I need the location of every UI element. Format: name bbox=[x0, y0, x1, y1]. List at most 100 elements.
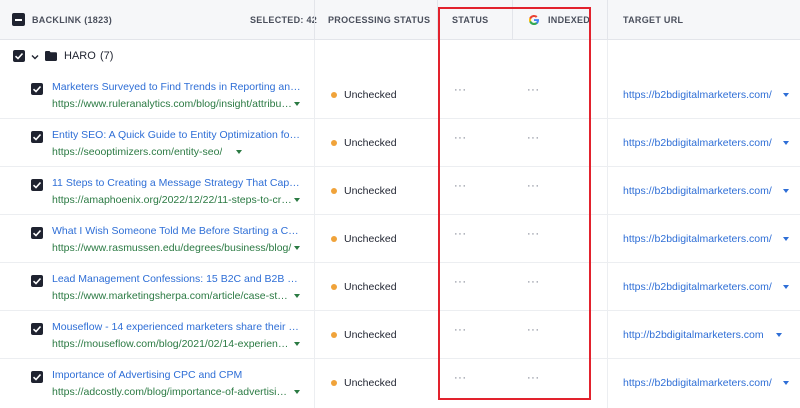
caret-down-icon[interactable] bbox=[236, 150, 242, 154]
row-checkbox[interactable] bbox=[31, 131, 43, 143]
status-dot bbox=[331, 380, 337, 386]
table-row[interactable]: Marketers Surveyed to Find Trends in Rep… bbox=[0, 71, 800, 119]
select-all-checkbox[interactable] bbox=[12, 13, 25, 26]
caret-down-icon[interactable] bbox=[783, 381, 789, 385]
caret-down-icon[interactable] bbox=[783, 189, 789, 193]
target-url[interactable]: https://b2bdigitalmarketers.com/ bbox=[623, 281, 772, 293]
indexed-value: ··· bbox=[527, 324, 540, 336]
indexed-value: ··· bbox=[527, 180, 540, 192]
checkbox-checked-icon bbox=[32, 373, 42, 381]
backlink-url[interactable]: https://www.marketingsherpa.com/article/… bbox=[52, 290, 292, 302]
status-value: ··· bbox=[454, 276, 467, 288]
caret-down-icon[interactable] bbox=[783, 141, 789, 145]
status-value: ··· bbox=[454, 180, 467, 192]
target-url[interactable]: https://b2bdigitalmarketers.com/ bbox=[623, 185, 772, 197]
caret-down-icon[interactable] bbox=[783, 285, 789, 289]
status-dot bbox=[331, 140, 337, 146]
row-checkbox[interactable] bbox=[31, 275, 43, 287]
checkbox-checked-icon bbox=[14, 52, 24, 60]
backlink-url[interactable]: https://amaphoenix.org/2022/12/22/11-ste… bbox=[52, 194, 292, 206]
target-url-column-header[interactable]: TARGET URL bbox=[623, 0, 683, 40]
status-value: ··· bbox=[454, 228, 467, 240]
selected-count: SELECTED: 42 bbox=[250, 15, 318, 25]
indexed-column-header[interactable]: INDEXED bbox=[528, 0, 590, 40]
row-checkbox[interactable] bbox=[31, 323, 43, 335]
backlink-column-header[interactable]: BACKLINK (1823) bbox=[32, 0, 112, 40]
indexed-value: ··· bbox=[527, 372, 540, 384]
processing-status: Unchecked bbox=[344, 377, 397, 389]
google-icon bbox=[529, 15, 539, 25]
caret-down-icon[interactable] bbox=[783, 93, 789, 97]
row-checkbox[interactable] bbox=[31, 83, 43, 95]
column-divider bbox=[314, 0, 315, 40]
backlink-url[interactable]: https://mouseflow.com/blog/2021/02/14-ex… bbox=[52, 338, 292, 350]
caret-down-icon[interactable] bbox=[294, 102, 300, 106]
target-url[interactable]: https://b2bdigitalmarketers.com/ bbox=[623, 377, 772, 389]
target-url[interactable]: https://b2bdigitalmarketers.com/ bbox=[623, 137, 772, 149]
target-url[interactable]: https://b2bdigitalmarketers.com/ bbox=[623, 89, 772, 101]
indexed-label: INDEXED bbox=[548, 15, 591, 25]
caret-down-icon[interactable] bbox=[294, 198, 300, 202]
table-row[interactable]: Mouseflow - 14 experienced marketers sha… bbox=[0, 311, 800, 359]
column-divider bbox=[607, 0, 608, 40]
row-checkbox[interactable] bbox=[31, 371, 43, 383]
processing-status: Unchecked bbox=[344, 281, 397, 293]
backlink-title[interactable]: Marketers Surveyed to Find Trends in Rep… bbox=[52, 81, 302, 93]
checkbox-checked-icon bbox=[32, 133, 42, 141]
backlink-url[interactable]: https://seooptimizers.com/entity-seo/ bbox=[52, 146, 222, 158]
caret-down-icon[interactable] bbox=[783, 237, 789, 241]
status-dot bbox=[331, 332, 337, 338]
caret-down-icon[interactable] bbox=[776, 333, 782, 337]
caret-down-icon[interactable] bbox=[294, 294, 300, 298]
checkbox-checked-icon bbox=[32, 85, 42, 93]
caret-down-icon[interactable] bbox=[294, 342, 300, 346]
backlink-title[interactable]: Mouseflow - 14 experienced marketers sha… bbox=[52, 321, 302, 333]
column-divider bbox=[437, 0, 438, 40]
processing-status-column-header[interactable]: PROCESSING STATUS bbox=[328, 0, 430, 40]
processing-status: Unchecked bbox=[344, 137, 397, 149]
status-value: ··· bbox=[454, 324, 467, 336]
status-column-header[interactable]: STATUS bbox=[452, 0, 488, 40]
caret-down-icon[interactable] bbox=[294, 390, 300, 394]
target-url[interactable]: https://b2bdigitalmarketers.com/ bbox=[623, 233, 772, 245]
indexed-value: ··· bbox=[527, 276, 540, 288]
checkbox-checked-icon bbox=[32, 277, 42, 285]
chevron-down-icon[interactable] bbox=[31, 53, 39, 61]
checkbox-checked-icon bbox=[32, 325, 42, 333]
caret-down-icon[interactable] bbox=[294, 246, 300, 250]
row-checkbox[interactable] bbox=[31, 227, 43, 239]
backlink-title[interactable]: Importance of Advertising CPC and CPM bbox=[52, 369, 302, 381]
status-dot bbox=[331, 236, 337, 242]
checkbox-checked-icon bbox=[32, 229, 42, 237]
backlink-title[interactable]: 11 Steps to Creating a Message Strategy … bbox=[52, 177, 302, 189]
status-value: ··· bbox=[454, 132, 467, 144]
processing-status: Unchecked bbox=[344, 233, 397, 245]
status-dot bbox=[331, 284, 337, 290]
table-row[interactable]: Importance of Advertising CPC and CPM ht… bbox=[0, 359, 800, 407]
indexed-value: ··· bbox=[527, 132, 540, 144]
table-row[interactable]: Lead Management Confessions: 15 B2C and … bbox=[0, 263, 800, 311]
column-divider bbox=[512, 0, 513, 40]
group-checkbox[interactable] bbox=[13, 50, 25, 62]
group-count: (7) bbox=[100, 50, 114, 62]
indexed-value: ··· bbox=[527, 228, 540, 240]
row-checkbox[interactable] bbox=[31, 179, 43, 191]
folder-icon bbox=[45, 51, 57, 61]
table-row[interactable]: What I Wish Someone Told Me Before Start… bbox=[0, 215, 800, 263]
processing-status: Unchecked bbox=[344, 89, 397, 101]
backlink-url[interactable]: https://adcostly.com/blog/importance-of-… bbox=[52, 386, 292, 398]
backlink-url[interactable]: https://www.ruleranalytics.com/blog/insi… bbox=[52, 98, 292, 110]
target-url[interactable]: http://b2bdigitalmarketers.com bbox=[623, 329, 764, 341]
backlink-title[interactable]: What I Wish Someone Told Me Before Start… bbox=[52, 225, 302, 237]
status-value: ··· bbox=[454, 372, 467, 384]
checkbox-checked-icon bbox=[32, 181, 42, 189]
backlink-url[interactable]: https://www.rasmussen.edu/degrees/busine… bbox=[52, 242, 292, 254]
backlink-title[interactable]: Entity SEO: A Quick Guide to Entity Opti… bbox=[52, 129, 302, 141]
group-row-haro[interactable]: HARO (7) bbox=[0, 40, 800, 72]
table-row[interactable]: 11 Steps to Creating a Message Strategy … bbox=[0, 167, 800, 215]
status-dot bbox=[331, 188, 337, 194]
backlink-title[interactable]: Lead Management Confessions: 15 B2C and … bbox=[52, 273, 302, 285]
table-row[interactable]: Entity SEO: A Quick Guide to Entity Opti… bbox=[0, 119, 800, 167]
processing-status: Unchecked bbox=[344, 329, 397, 341]
table-header: BACKLINK (1823) SELECTED: 42 PROCESSING … bbox=[0, 0, 800, 40]
